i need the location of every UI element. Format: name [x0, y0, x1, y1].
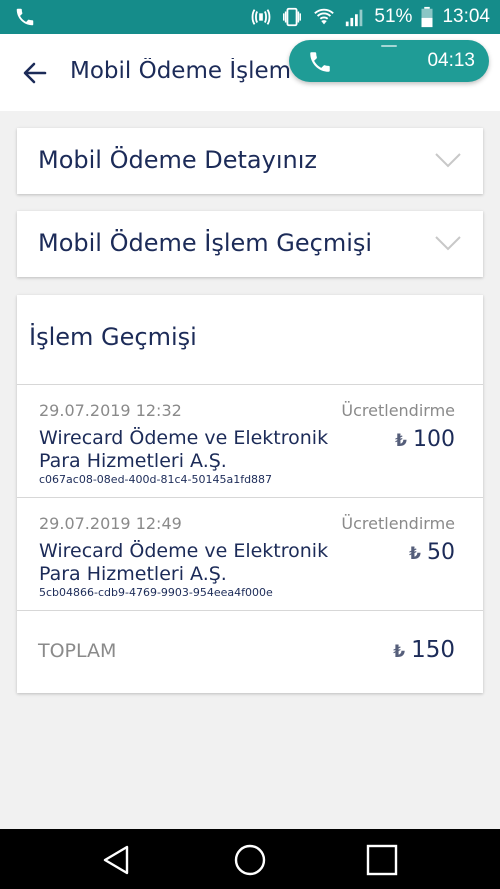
total-value: 150: [411, 637, 455, 663]
vibrate-icon: [280, 6, 304, 28]
total-label: TOPLAM: [38, 640, 117, 662]
phone-icon: [307, 49, 333, 75]
wifi-icon: [312, 6, 336, 28]
merchant-line: Para Hizmetleri A.Ş.: [39, 563, 227, 585]
transaction-history-card: İşlem Geçmişi 29.07.2019 12:32 Ücretlend…: [17, 295, 483, 693]
transaction-date: 29.07.2019 12:49: [39, 514, 182, 533]
back-arrow-button[interactable]: [18, 56, 52, 90]
transaction-type: Ücretlendirme: [341, 514, 455, 533]
chevron-down-icon: [435, 152, 461, 168]
recents-square-icon[interactable]: [365, 843, 399, 877]
lira-icon: ₺: [409, 544, 421, 564]
accordion-transaction-history[interactable]: Mobil Ödeme İşlem Geçmişi: [17, 211, 483, 277]
chevron-down-icon: [435, 235, 461, 251]
accordion-label: Mobil Ödeme İşlem Geçmişi: [38, 229, 373, 257]
total-amount: ₺ 150: [393, 637, 455, 663]
vibrate-call-icon: [250, 6, 272, 28]
battery-icon: [420, 6, 434, 28]
merchant-name: Wirecard Ödeme ve Elektronik Para Hizmet…: [39, 427, 369, 473]
battery-percent: 51%: [374, 6, 413, 27]
merchant-line: Wirecard Ödeme ve Elektronik: [39, 427, 329, 449]
amount-value: 50: [427, 540, 455, 565]
transaction-row[interactable]: 29.07.2019 12:32 Ücretlendirme Wirecard …: [17, 385, 483, 497]
status-clock: 13:04: [442, 6, 490, 27]
transaction-reference: c067ac08-08ed-400d-81c4-50145a1fd887: [39, 473, 273, 486]
transaction-date: 29.07.2019 12:32: [39, 401, 182, 420]
merchant-line: Wirecard Ödeme ve Elektronik: [39, 540, 329, 562]
phone-icon: [14, 6, 36, 28]
transaction-reference: 5cb04866-cdb9-4769-9903-954eea4f000e: [39, 586, 273, 599]
signal-icon: [344, 6, 366, 28]
accordion-payment-details[interactable]: Mobil Ödeme Detayınız: [17, 128, 483, 194]
divider: [17, 610, 483, 611]
accordion-label: Mobil Ödeme Detayınız: [38, 146, 317, 174]
back-triangle-icon[interactable]: [100, 843, 134, 877]
merchant-line: Para Hizmetleri A.Ş.: [39, 450, 227, 472]
transaction-type: Ücretlendirme: [341, 401, 455, 420]
amount-value: 100: [413, 427, 455, 452]
page-title: Mobil Ödeme İşlem: [70, 58, 292, 84]
section-title: İşlem Geçmişi: [29, 323, 197, 351]
status-bar: 51% 13:04: [0, 0, 500, 34]
lira-icon: ₺: [393, 642, 406, 662]
transaction-amount: ₺ 50: [409, 540, 455, 565]
call-timer: 04:13: [427, 50, 475, 71]
navigation-bar: [0, 829, 500, 889]
drag-handle[interactable]: [381, 45, 397, 47]
merchant-name: Wirecard Ödeme ve Elektronik Para Hizmet…: [39, 540, 369, 586]
ongoing-call-pill[interactable]: 04:13: [289, 40, 489, 82]
transaction-amount: ₺ 100: [395, 427, 455, 452]
transaction-row[interactable]: 29.07.2019 12:49 Ücretlendirme Wirecard …: [17, 498, 483, 610]
lira-icon: ₺: [395, 431, 407, 451]
home-circle-icon[interactable]: [233, 843, 267, 877]
